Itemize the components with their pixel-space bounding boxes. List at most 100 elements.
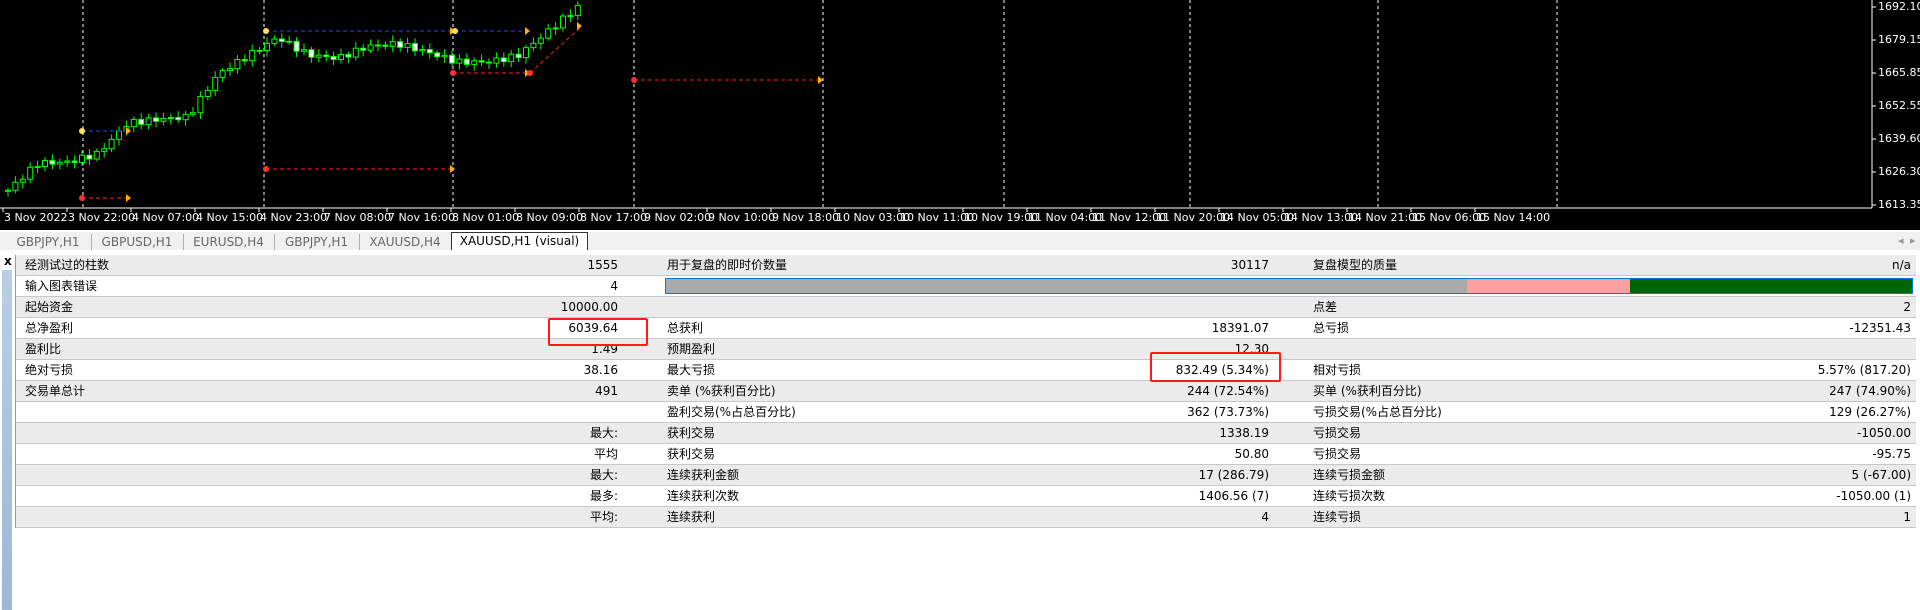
candle-body [375, 44, 381, 47]
candle-body [153, 117, 159, 122]
candle-body [145, 117, 152, 125]
metric-label: 获利交易 [667, 426, 716, 440]
metric-label: 交易单总计 [25, 384, 86, 398]
metric-value: -1050.00 (1) [1836, 489, 1911, 503]
candlestick-plot [0, 0, 1876, 212]
candle-body [249, 49, 256, 62]
trade-entry-marker [79, 128, 85, 134]
metric-value: -12351.43 [1849, 321, 1911, 335]
metric-value: -1050.00 [1857, 426, 1911, 440]
time-label: 8 Nov 09:00 [516, 211, 584, 224]
metric-label: 亏损交易 [1313, 447, 1362, 461]
metric-label: 最大亏损 [667, 363, 716, 377]
report-row: 绝对亏损 38.16 最大亏损 832.49 (5.34%) 相对亏损 5.57% (81… [16, 360, 1916, 381]
price-chart[interactable]: 3 Nov 2022 3 Nov 22:00 4 Nov 07:00 4 Nov 15… [0, 0, 1920, 230]
metric-value: 2 [1903, 300, 1911, 314]
candle-body [27, 166, 34, 180]
time-label: 9 Nov 10:00 [708, 211, 776, 224]
candle-body [71, 160, 78, 163]
candle-body [130, 118, 137, 128]
close-panel-button[interactable]: x [4, 254, 12, 268]
metric-value: 最大: [589, 468, 618, 482]
time-label: 8 Nov 01:00 [452, 211, 520, 224]
candle-body [219, 70, 226, 78]
price-label: 1613.35 [1878, 198, 1920, 211]
metric-label: 亏损交易(%占总百分比) [1313, 405, 1442, 419]
price-label: 1679.15 [1878, 33, 1920, 46]
candle-body [478, 60, 485, 63]
time-label: 9 Nov 02:00 [644, 211, 712, 224]
candle-body [182, 113, 189, 121]
tab-gbpjpy-h1[interactable]: GBPJPY,H1 [274, 234, 360, 251]
candle-body [315, 54, 322, 58]
time-label: 8 Nov 17:00 [580, 211, 648, 224]
time-label: 7 Nov 16:00 [388, 211, 456, 224]
candle-body [108, 138, 115, 150]
metric-label: 获利交易 [667, 447, 716, 461]
metric-label: 连续获利金额 [667, 468, 740, 482]
candle-body [412, 43, 418, 52]
candle-body [308, 49, 315, 58]
time-label: 9 Nov 18:00 [772, 211, 840, 224]
metric-value: 244 (72.54%) [1187, 384, 1269, 398]
tab-scroll-left-icon[interactable]: ◂ [1898, 234, 1904, 247]
candle-body [441, 54, 448, 58]
tab-gbpjpy-h1[interactable]: GBPJPY,H1 [5, 234, 92, 251]
metric-value: 1 [1903, 510, 1911, 524]
trade-exit-marker [525, 27, 530, 35]
candle-body [293, 40, 300, 52]
candle-body [56, 161, 63, 165]
candle-body [34, 165, 41, 168]
quality-segment-mismatched [1467, 279, 1631, 293]
candle-body [12, 181, 19, 191]
metric-label: 盈利交易(%占总百分比) [667, 405, 796, 419]
metric-value: 5.57% (817.20) [1817, 363, 1911, 377]
time-label: 4 Nov 23:00 [260, 211, 328, 224]
metric-label: 连续亏损次数 [1313, 489, 1386, 503]
metric-value: 1338.19 [1219, 426, 1269, 440]
candle-body [167, 116, 174, 119]
metric-label: 输入图表错误 [25, 279, 98, 293]
price-label: 1652.55 [1878, 99, 1920, 112]
candle-body [101, 148, 108, 152]
tab-gbpusd-h1[interactable]: GBPUSD,H1 [91, 234, 184, 251]
candle-body [49, 159, 56, 165]
metric-label: 复盘模型的质量 [1313, 258, 1398, 272]
tab-xauusd-h4[interactable]: XAUUSD,H4 [359, 234, 452, 251]
tab-scroll-right-icon[interactable]: ▸ [1910, 234, 1916, 247]
trade-entry-marker [631, 77, 637, 83]
time-label: 3 Nov 22:00 [68, 211, 136, 224]
tab-xauusd-h1-visual-[interactable]: XAUUSD,H1 (visual) [451, 232, 588, 252]
report-row: 平均: 连续获利 4 连续亏损 1 [16, 507, 1916, 528]
metric-value: n/a [1891, 258, 1911, 272]
candle-body [367, 44, 374, 51]
candle-body [42, 159, 48, 167]
metric-label: 买单 (%获利百分比) [1313, 384, 1422, 398]
candle-body [264, 42, 270, 52]
price-label: 1692.10 [1878, 0, 1920, 13]
price-label: 1639.60 [1878, 132, 1920, 145]
metric-label: 用于复盘的即时价数量 [667, 258, 788, 272]
report-row: 盈利比 1.49 预期盈利 12.30 [16, 339, 1916, 360]
metric-label: 经测试过的柱数 [25, 258, 110, 272]
time-label: 4 Nov 07:00 [132, 211, 200, 224]
trade-entry-marker [450, 70, 456, 76]
candle-body [537, 37, 544, 44]
metric-value: 1.49 [591, 342, 618, 356]
metric-label: 起始资金 [25, 300, 74, 314]
candle-body [197, 95, 204, 114]
time-label: 15 Nov 14:00 [1476, 211, 1551, 224]
candle-body [286, 40, 293, 43]
candle-body [449, 54, 455, 64]
panel-side-strip [2, 270, 12, 610]
candle-body [486, 61, 492, 64]
tab-eurusd-h4[interactable]: EURUSD,H4 [183, 234, 275, 251]
trade-exit-marker [126, 194, 131, 202]
trade-entry-marker [527, 70, 533, 76]
time-label: 7 Nov 08:00 [324, 211, 392, 224]
report-row: 最多: 连续获利次数 1406.56 (7) 连续亏损次数 -1050.00 (1) [16, 486, 1916, 507]
candle-body [523, 47, 529, 59]
candle-body [190, 112, 196, 115]
metric-value: 平均 [593, 447, 618, 461]
report-row: 起始资金 10000.00 点差 2 [16, 297, 1916, 318]
